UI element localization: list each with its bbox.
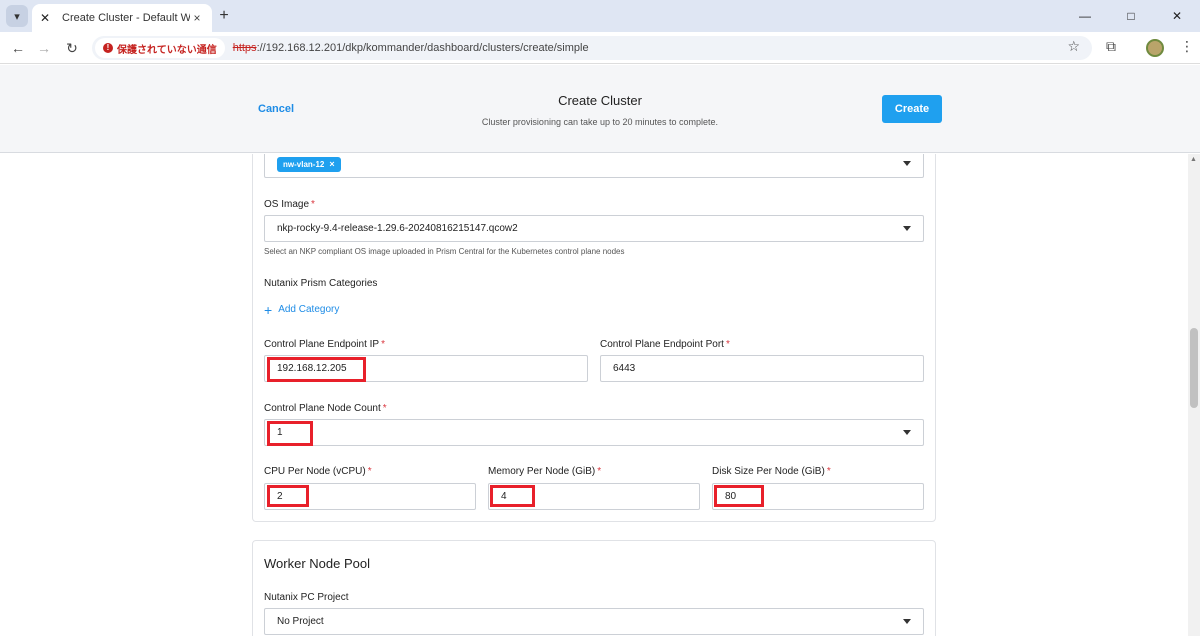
tab-favicon-icon: ✕ bbox=[40, 11, 51, 25]
bookmark-star-icon[interactable]: ☆ bbox=[1067, 38, 1080, 55]
extensions-puzzle-icon[interactable]: ⧉ bbox=[1106, 38, 1116, 55]
tab-list-chevron-icon[interactable]: ▾ bbox=[6, 5, 28, 27]
project-value: No Project bbox=[277, 616, 324, 627]
browser-toolbar: ← → ↻ ! 保護されていない通信 https://192.168.12.20… bbox=[0, 32, 1200, 64]
back-arrow-icon[interactable]: ← bbox=[8, 38, 28, 58]
tab-title: Create Cluster - Default Workspace bbox=[62, 12, 190, 24]
add-category-label: Add Category bbox=[278, 304, 340, 315]
form-scroll-area: nw-vlan-12 × OS Image * nkp-rocky-9.4-rel… bbox=[0, 154, 1188, 636]
url-path: ://192.168.12.201/dkp/kommander/dashboar… bbox=[256, 42, 589, 54]
project-select[interactable]: No Project bbox=[264, 608, 924, 635]
os-image-label: OS Image * bbox=[264, 199, 315, 210]
endpoint-port-value: 6443 bbox=[613, 363, 636, 374]
memory-label: Memory Per Node (GiB) * bbox=[488, 466, 602, 477]
page-title: Create Cluster bbox=[558, 93, 642, 108]
plus-icon: + bbox=[264, 301, 273, 318]
minimize-icon[interactable]: — bbox=[1062, 0, 1108, 32]
browser-tab-active[interactable]: ✕ Create Cluster - Default Workspace × bbox=[32, 4, 212, 32]
subnet-select[interactable]: nw-vlan-12 × bbox=[264, 154, 924, 178]
cpu-highlight bbox=[267, 485, 309, 507]
create-cluster-header: Cancel Create Cluster Cluster provisioni… bbox=[0, 65, 1200, 153]
node-count-highlight bbox=[267, 421, 313, 446]
cpu-label: CPU Per Node (vCPU) * bbox=[264, 466, 372, 477]
maximize-icon[interactable]: □ bbox=[1108, 0, 1154, 32]
profile-avatar[interactable] bbox=[1146, 39, 1164, 57]
browser-menu-icon[interactable]: ⋮ bbox=[1180, 38, 1194, 55]
not-secure-label: 保護されていない通信 bbox=[117, 44, 217, 56]
node-count-label: Control Plane Node Count * bbox=[264, 403, 387, 414]
tab-close-icon[interactable]: × bbox=[190, 11, 204, 25]
disk-label: Disk Size Per Node (GiB) * bbox=[712, 466, 831, 477]
os-image-helper: Select an NKP compliant OS image uploade… bbox=[264, 247, 625, 256]
new-tab-plus-icon[interactable]: + bbox=[214, 6, 234, 26]
chevron-down-icon bbox=[903, 619, 911, 624]
endpoint-ip-highlight bbox=[267, 357, 366, 382]
chevron-down-icon bbox=[903, 161, 911, 166]
endpoint-port-label: Control Plane Endpoint Port * bbox=[600, 339, 730, 350]
endpoint-ip-label: Control Plane Endpoint IP * bbox=[264, 339, 385, 350]
warning-icon: ! bbox=[103, 43, 113, 53]
forward-arrow-icon[interactable]: → bbox=[34, 38, 54, 58]
not-secure-chip[interactable]: ! 保護されていない通信 bbox=[95, 38, 225, 58]
window-close-icon[interactable]: ✕ bbox=[1154, 0, 1200, 32]
add-category-button[interactable]: + Add Category bbox=[264, 301, 340, 318]
address-bar[interactable]: ! 保護されていない通信 https://192.168.12.201/dkp/… bbox=[92, 36, 1092, 60]
disk-highlight bbox=[714, 485, 764, 507]
categories-label: Nutanix Prism Categories bbox=[264, 278, 378, 289]
endpoint-port-input[interactable]: 6443 bbox=[600, 355, 924, 382]
project-label: Nutanix PC Project bbox=[264, 592, 349, 603]
scroll-up-arrow-icon[interactable]: ▲ bbox=[1190, 156, 1197, 163]
reload-icon[interactable]: ↻ bbox=[62, 38, 82, 58]
subnet-chip: nw-vlan-12 × bbox=[277, 156, 341, 172]
browser-tab-bar: ▾ ✕ Create Cluster - Default Workspace ×… bbox=[0, 0, 1200, 32]
scroll-thumb[interactable] bbox=[1190, 328, 1198, 408]
create-button[interactable]: Create bbox=[882, 95, 942, 123]
window-controls: — □ ✕ bbox=[1062, 0, 1200, 32]
os-image-value: nkp-rocky-9.4-release-1.29.6-20240816215… bbox=[277, 223, 518, 234]
os-image-select[interactable]: nkp-rocky-9.4-release-1.29.6-20240816215… bbox=[264, 215, 924, 242]
url-text: https://192.168.12.201/dkp/kommander/das… bbox=[233, 42, 589, 54]
chevron-down-icon bbox=[903, 430, 911, 435]
subnet-chip-label: nw-vlan-12 bbox=[283, 159, 325, 169]
url-scheme: https bbox=[232, 42, 257, 54]
chevron-down-icon bbox=[903, 226, 911, 231]
page-subtitle: Cluster provisioning can take up to 20 m… bbox=[481, 117, 719, 127]
worker-pool-title: Worker Node Pool bbox=[264, 556, 370, 571]
memory-highlight bbox=[490, 485, 535, 507]
node-count-select[interactable]: 1 bbox=[264, 419, 924, 446]
chip-remove-icon[interactable]: × bbox=[329, 159, 334, 169]
